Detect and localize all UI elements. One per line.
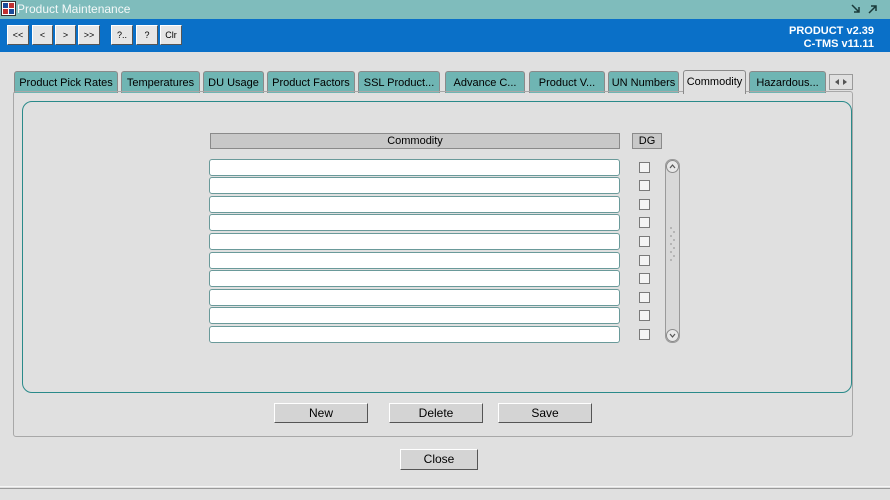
tab-temperatures[interactable]: Temperatures [121, 71, 200, 93]
ctms-version: C-TMS v11.11 [803, 38, 874, 50]
commodity-input[interactable] [209, 159, 620, 176]
chevron-up-icon [669, 164, 676, 169]
title-bar: Product Maintenance [0, 0, 890, 19]
clear-button[interactable]: Clr [160, 25, 182, 45]
new-button[interactable]: New [274, 403, 368, 423]
last-record-button[interactable]: >> [78, 25, 100, 45]
first-record-button[interactable]: << [7, 25, 29, 45]
next-record-button[interactable]: > [55, 25, 76, 45]
tab-du-usage[interactable]: DU Usage [203, 71, 264, 93]
scroll-grip-icon [670, 227, 675, 261]
dg-checkbox[interactable] [639, 180, 650, 191]
dg-checkbox[interactable] [639, 199, 650, 210]
commodity-input[interactable] [209, 214, 620, 231]
tab-product-factors[interactable]: Product Factors [267, 71, 355, 93]
scroll-up-button[interactable] [666, 160, 679, 173]
window-bottom-border [0, 488, 890, 489]
close-button[interactable]: Close [400, 449, 478, 470]
window-bottom-highlight [0, 486, 890, 487]
chevron-down-icon [669, 333, 676, 338]
app-icon [1, 1, 16, 16]
dg-checkbox[interactable] [639, 236, 650, 247]
help-button[interactable]: ? [136, 25, 158, 45]
tab-hazardous[interactable]: Hazardous... [749, 71, 826, 93]
query-button[interactable]: ?.. [111, 25, 133, 45]
commodity-input[interactable] [209, 289, 620, 306]
dg-checkbox[interactable] [639, 329, 650, 340]
commodity-input[interactable] [209, 233, 620, 250]
toolbar [0, 19, 890, 52]
previous-record-button[interactable]: < [32, 25, 53, 45]
tab-scroll-arrows[interactable] [829, 74, 853, 90]
dg-checkbox[interactable] [639, 292, 650, 303]
left-right-arrows-icon [835, 79, 847, 85]
maximize-icon[interactable] [866, 2, 880, 16]
dg-checkbox[interactable] [639, 273, 650, 284]
commodity-input[interactable] [209, 196, 620, 213]
minimize-icon[interactable] [849, 2, 863, 16]
dg-checkbox[interactable] [639, 162, 650, 173]
scroll-down-button[interactable] [666, 329, 679, 342]
commodity-column-header: Commodity [210, 133, 620, 149]
commodity-input[interactable] [209, 177, 620, 194]
tab-ssl-product[interactable]: SSL Product... [358, 71, 440, 93]
tab-product-v[interactable]: Product V... [529, 71, 605, 93]
dg-checkbox[interactable] [639, 310, 650, 321]
commodity-input[interactable] [209, 326, 620, 343]
dg-checkbox[interactable] [639, 217, 650, 228]
commodity-input[interactable] [209, 252, 620, 269]
tab-advance-c[interactable]: Advance C... [445, 71, 525, 93]
tab-un-numbers[interactable]: UN Numbers [608, 71, 679, 93]
dg-checkbox[interactable] [639, 255, 650, 266]
dg-column-header: DG [632, 133, 662, 149]
tab-product-pick-rates[interactable]: Product Pick Rates [14, 71, 118, 93]
commodity-input[interactable] [209, 270, 620, 287]
tab-commodity[interactable]: Commodity [683, 70, 746, 94]
grid-vertical-scrollbar[interactable] [665, 159, 680, 343]
commodity-input[interactable] [209, 307, 620, 324]
product-version: PRODUCT v2.39 [789, 25, 874, 37]
delete-button[interactable]: Delete [389, 403, 483, 423]
save-button[interactable]: Save [498, 403, 592, 423]
window-title: Product Maintenance [17, 2, 131, 16]
